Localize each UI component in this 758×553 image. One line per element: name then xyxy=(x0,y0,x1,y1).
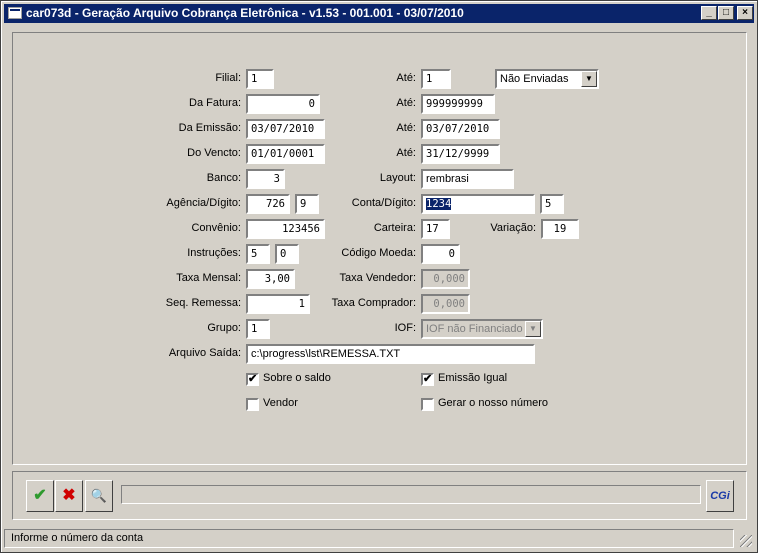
vencto-ate-label: Até: xyxy=(396,147,416,159)
check-icon: ✔ xyxy=(33,487,47,504)
layout-label: Layout: xyxy=(379,172,416,184)
banco-label: Banco: xyxy=(206,172,241,184)
filial-ate-label: Até: xyxy=(396,72,416,84)
agencia-digito-input[interactable]: 9 xyxy=(295,194,319,214)
progress-bar xyxy=(121,485,701,504)
convenio-input[interactable]: 123456 xyxy=(246,219,325,239)
da-emissao-label: Da Emissão: xyxy=(178,122,241,134)
codigo-moeda-label: Código Moeda: xyxy=(341,247,416,259)
filial-input[interactable]: 1 xyxy=(246,69,274,89)
fatura-ate-label: Até: xyxy=(396,97,416,109)
filial-ate-input[interactable]: 1 xyxy=(421,69,451,89)
emissao-igual-checkbox[interactable]: ✔ xyxy=(421,373,434,386)
instrucoes-input-1[interactable]: 5 xyxy=(246,244,270,264)
filial-label: Filial: xyxy=(215,72,241,84)
conta-selected-text: 1234 xyxy=(426,198,452,210)
cgi-logo: CGi xyxy=(710,490,730,502)
vencto-ate-input[interactable]: 31/12/9999 xyxy=(421,144,500,164)
do-vencto-input[interactable]: 01/01/0001 xyxy=(246,144,325,164)
taxa-comprador-label: Taxa Comprador: xyxy=(331,297,416,309)
confirm-button[interactable]: ✔ xyxy=(26,480,54,512)
cgi-logo-button[interactable]: CGi xyxy=(706,480,734,512)
window-title: car073d - Geração Arquivo Cobrança Eletr… xyxy=(26,6,464,20)
search-button[interactable]: 🔍 xyxy=(85,480,113,512)
search-icon: 🔍 xyxy=(90,488,108,503)
taxa-vendedor-input: 0,000 xyxy=(421,269,470,289)
arquivo-saida-input[interactable]: c:\progress\lst\REMESSA.TXT xyxy=(246,344,535,364)
da-fatura-label: Da Fatura: xyxy=(189,97,241,109)
grupo-label: Grupo: xyxy=(207,322,241,334)
banco-input[interactable]: 3 xyxy=(246,169,285,189)
variacao-label: Variação: xyxy=(490,222,536,234)
iof-label: IOF: xyxy=(394,322,416,334)
grupo-input[interactable]: 1 xyxy=(246,319,270,339)
seq-remessa-input[interactable]: 1 xyxy=(246,294,310,314)
close-icon: ✖ xyxy=(62,487,76,504)
layout-input[interactable]: rembrasi xyxy=(421,169,514,189)
instrucoes-input-2[interactable]: 0 xyxy=(275,244,299,264)
main-window: car073d - Geração Arquivo Cobrança Eletr… xyxy=(0,0,758,553)
taxa-mensal-input[interactable]: 3,00 xyxy=(246,269,295,289)
instrucoes-label: Instruções: xyxy=(187,247,241,259)
status-select-value: Não Enviadas xyxy=(500,73,569,85)
minimize-button[interactable]: _ xyxy=(701,6,717,20)
sobre-saldo-checkbox[interactable]: ✔ xyxy=(246,373,259,386)
agencia-input[interactable]: 726 xyxy=(246,194,290,214)
status-select[interactable]: Não Enviadas ▼ xyxy=(495,69,599,89)
chevron-down-icon: ▼ xyxy=(525,321,541,337)
codigo-moeda-input[interactable]: 0 xyxy=(421,244,460,264)
resize-grip-icon[interactable] xyxy=(740,535,752,547)
gerar-nosso-numero-label: Gerar o nosso número xyxy=(438,397,549,409)
agencia-label: Agência/Dígito: xyxy=(166,197,241,209)
chevron-down-icon[interactable]: ▼ xyxy=(581,71,597,87)
status-bar: Informe o número da conta xyxy=(4,529,754,549)
app-icon xyxy=(8,7,22,19)
vendor-checkbox[interactable] xyxy=(246,398,259,411)
fatura-ate-input[interactable]: 999999999 xyxy=(421,94,495,114)
status-text: Informe o número da conta xyxy=(4,529,734,548)
conta-label: Conta/Dígito: xyxy=(351,197,416,209)
sobre-saldo-label: Sobre o saldo xyxy=(263,372,331,384)
carteira-label: Carteira: xyxy=(373,222,416,234)
da-fatura-input[interactable]: 0 xyxy=(246,94,320,114)
do-vencto-label: Do Vencto: xyxy=(187,147,241,159)
iof-select: IOF não Financiado ▼ xyxy=(421,319,543,339)
da-emissao-input[interactable]: 03/07/2010 xyxy=(246,119,325,139)
maximize-button[interactable]: □ xyxy=(718,6,734,20)
emissao-ate-input[interactable]: 03/07/2010 xyxy=(421,119,500,139)
emissao-ate-label: Até: xyxy=(396,122,416,134)
variacao-input[interactable]: 19 xyxy=(541,219,579,239)
convenio-label: Convênio: xyxy=(191,222,241,234)
carteira-input[interactable]: 17 xyxy=(421,219,450,239)
bottom-toolbar: ✔ ✖ 🔍 CGi xyxy=(12,471,747,520)
taxa-vendedor-label: Taxa Vendedor: xyxy=(339,272,416,284)
vendor-label: Vendor xyxy=(263,397,298,409)
iof-select-value: IOF não Financiado xyxy=(426,323,523,335)
taxa-mensal-label: Taxa Mensal: xyxy=(176,272,241,284)
emissao-igual-label: Emissão Igual xyxy=(438,372,508,384)
arquivo-saida-label: Arquivo Saída: xyxy=(168,347,241,359)
title-bar: car073d - Geração Arquivo Cobrança Eletr… xyxy=(4,4,754,23)
taxa-comprador-input: 0,000 xyxy=(421,294,470,314)
close-button[interactable]: × xyxy=(737,6,753,20)
conta-input[interactable]: 1234 xyxy=(421,194,535,214)
seq-remessa-label: Seq. Remessa: xyxy=(165,297,241,309)
conta-digito-input[interactable]: 5 xyxy=(540,194,564,214)
gerar-nosso-numero-checkbox[interactable] xyxy=(421,398,434,411)
cancel-button[interactable]: ✖ xyxy=(55,480,83,512)
